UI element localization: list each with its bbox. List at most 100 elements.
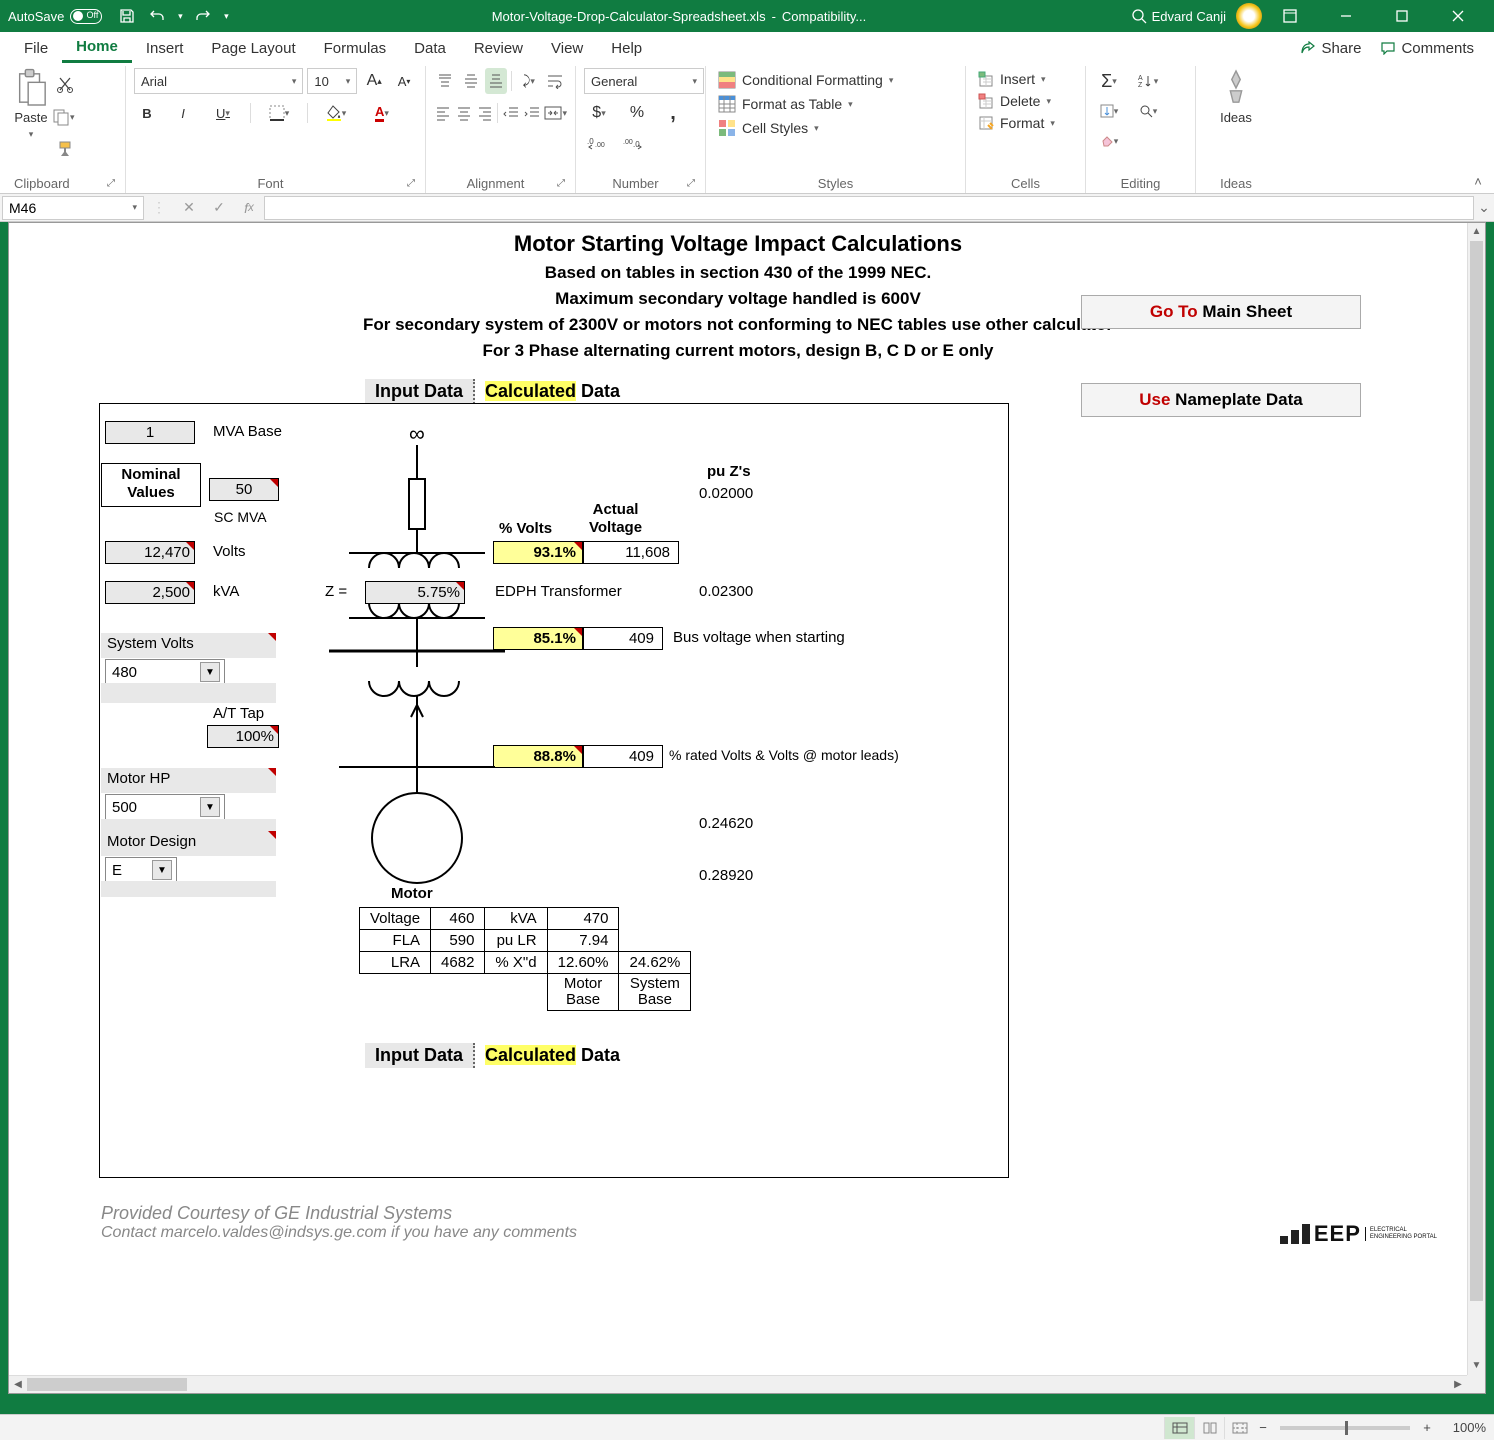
expand-formula-bar-icon[interactable]: ⌄ <box>1474 199 1494 216</box>
cell-scmva[interactable]: 50 <box>209 478 279 501</box>
font-launcher-icon[interactable]: ⤢ <box>407 178 417 189</box>
view-normal-icon[interactable] <box>1164 1417 1194 1439</box>
goto-main-sheet-button[interactable]: Go To Main Sheet <box>1081 295 1361 329</box>
align-bottom-icon[interactable] <box>485 68 507 94</box>
formula-input[interactable] <box>264 196 1474 220</box>
ribbon-display-icon[interactable] <box>1262 0 1318 32</box>
zoom-slider[interactable] <box>1280 1426 1410 1430</box>
zoom-level[interactable]: 100% <box>1436 1420 1486 1435</box>
tab-page-layout[interactable]: Page Layout <box>197 35 309 62</box>
redo-icon[interactable] <box>190 3 216 29</box>
tab-file[interactable]: File <box>10 35 62 62</box>
tab-formulas[interactable]: Formulas <box>310 35 401 62</box>
increase-indent-icon[interactable] <box>523 100 540 126</box>
maximize-icon[interactable] <box>1374 0 1430 32</box>
clear-icon[interactable]: ▾ <box>1094 128 1124 154</box>
avatar[interactable] <box>1236 3 1262 29</box>
insert-cells-button[interactable]: Insert ▾ <box>974 68 1077 90</box>
zoom-in-icon[interactable]: + <box>1418 1420 1436 1435</box>
increase-font-icon[interactable]: A▴ <box>361 68 387 94</box>
tab-review[interactable]: Review <box>460 35 537 62</box>
autosave-toggle[interactable]: AutoSave Off <box>8 9 102 24</box>
align-center-icon[interactable] <box>455 100 472 126</box>
conditional-formatting-button[interactable]: Conditional Formatting ▾ <box>714 68 957 92</box>
cell-kva[interactable]: 2,500 <box>105 581 195 604</box>
format-painter-icon[interactable] <box>52 136 78 162</box>
save-icon[interactable] <box>114 3 140 29</box>
share-button[interactable]: Share <box>1291 36 1371 61</box>
scroll-thumb[interactable] <box>1470 241 1483 1301</box>
align-top-icon[interactable] <box>434 68 456 94</box>
scroll-left-icon[interactable]: ◀ <box>9 1376 27 1393</box>
cut-icon[interactable] <box>52 72 78 98</box>
undo-icon[interactable] <box>144 3 170 29</box>
dropdown-system-volts[interactable]: 480▼ <box>105 659 225 685</box>
decrease-font-icon[interactable]: A▾ <box>391 68 417 94</box>
search-icon[interactable] <box>1126 3 1152 29</box>
sort-filter-icon[interactable]: AZ▾ <box>1132 68 1164 94</box>
underline-icon[interactable]: U ▾ <box>206 100 240 126</box>
border-icon[interactable]: ▾ <box>261 100 297 126</box>
paste-button[interactable]: Paste▾ <box>14 68 48 174</box>
use-nameplate-button[interactable]: Use Nameplate Data <box>1081 383 1361 417</box>
decrease-decimal-icon[interactable]: .00.0 <box>620 130 646 156</box>
tab-insert[interactable]: Insert <box>132 35 198 62</box>
worksheet[interactable]: Motor Starting Voltage Impact Calculatio… <box>9 223 1467 1375</box>
collapse-ribbon-icon[interactable]: ˄ <box>1468 66 1488 193</box>
autosum-icon[interactable]: Σ ▾ <box>1094 68 1124 94</box>
dropdown-motor-hp[interactable]: 500▼ <box>105 794 225 820</box>
italic-icon[interactable]: I <box>170 100 196 126</box>
minimize-icon[interactable] <box>1318 0 1374 32</box>
tab-home[interactable]: Home <box>62 33 132 63</box>
cell-volts[interactable]: 12,470 <box>105 541 195 564</box>
decrease-indent-icon[interactable] <box>502 100 519 126</box>
view-page-layout-icon[interactable] <box>1194 1417 1224 1439</box>
close-icon[interactable] <box>1430 0 1486 32</box>
align-middle-icon[interactable] <box>460 68 482 94</box>
clipboard-launcher-icon[interactable]: ⤢ <box>107 178 117 189</box>
font-color-icon[interactable]: A▾ <box>364 100 400 126</box>
delete-cells-button[interactable]: Delete ▾ <box>974 90 1077 112</box>
cancel-formula-icon[interactable]: ✕ <box>174 199 204 216</box>
number-launcher-icon[interactable]: ⤢ <box>687 178 697 189</box>
scroll-right-icon[interactable]: ▶ <box>1449 1376 1467 1393</box>
align-left-icon[interactable] <box>434 100 451 126</box>
dropdown-motor-design[interactable]: E▼ <box>105 857 177 883</box>
tab-data[interactable]: Data <box>400 35 460 62</box>
align-right-icon[interactable] <box>476 100 493 126</box>
insert-function-icon[interactable]: fx <box>234 200 264 216</box>
scroll-up-icon[interactable]: ▲ <box>1468 223 1485 241</box>
orientation-icon[interactable]: ⤸▾ <box>516 68 541 94</box>
merge-center-icon[interactable]: ▾ <box>544 100 567 126</box>
undo-dropdown-icon[interactable]: ▾ <box>174 3 186 29</box>
tab-help[interactable]: Help <box>597 35 656 62</box>
wrap-text-icon[interactable] <box>545 68 567 94</box>
scroll-thumb-h[interactable] <box>27 1378 187 1391</box>
format-as-table-button[interactable]: Format as Table ▾ <box>714 92 957 116</box>
alignment-launcher-icon[interactable]: ⤢ <box>557 178 567 189</box>
name-box[interactable]: M46▾ <box>2 196 144 220</box>
cell-styles-button[interactable]: Cell Styles ▾ <box>714 116 957 140</box>
horizontal-scrollbar[interactable]: ◀ ▶ <box>9 1375 1467 1393</box>
redo-dropdown-icon[interactable]: ▾ <box>220 3 232 29</box>
font-size-select[interactable]: 10▾ <box>307 68 357 94</box>
scroll-down-icon[interactable]: ▼ <box>1468 1357 1485 1375</box>
tab-view[interactable]: View <box>537 35 597 62</box>
fill-icon[interactable]: ▾ <box>1094 98 1124 124</box>
format-cells-button[interactable]: Format ▾ <box>974 112 1077 134</box>
comments-button[interactable]: Comments <box>1371 36 1484 61</box>
increase-decimal-icon[interactable]: .0.00 <box>584 130 610 156</box>
font-name-select[interactable]: Arial▾ <box>134 68 303 94</box>
find-select-icon[interactable]: ▾ <box>1132 98 1164 124</box>
vertical-scrollbar[interactable]: ▲ ▼ <box>1467 223 1485 1375</box>
fill-color-icon[interactable]: ▾ <box>318 100 354 126</box>
percent-format-icon[interactable]: % <box>624 100 650 126</box>
view-page-break-icon[interactable] <box>1224 1417 1254 1439</box>
bold-icon[interactable]: B <box>134 100 160 126</box>
number-format-select[interactable]: General▾ <box>584 68 704 94</box>
cell-at-tap[interactable]: 100% <box>207 725 279 748</box>
zoom-out-icon[interactable]: − <box>1254 1420 1272 1435</box>
user-name[interactable]: Edvard Canji <box>1152 9 1226 24</box>
ideas-button[interactable]: Ideas <box>1204 68 1268 174</box>
cell-mva-base[interactable]: 1 <box>105 421 195 444</box>
